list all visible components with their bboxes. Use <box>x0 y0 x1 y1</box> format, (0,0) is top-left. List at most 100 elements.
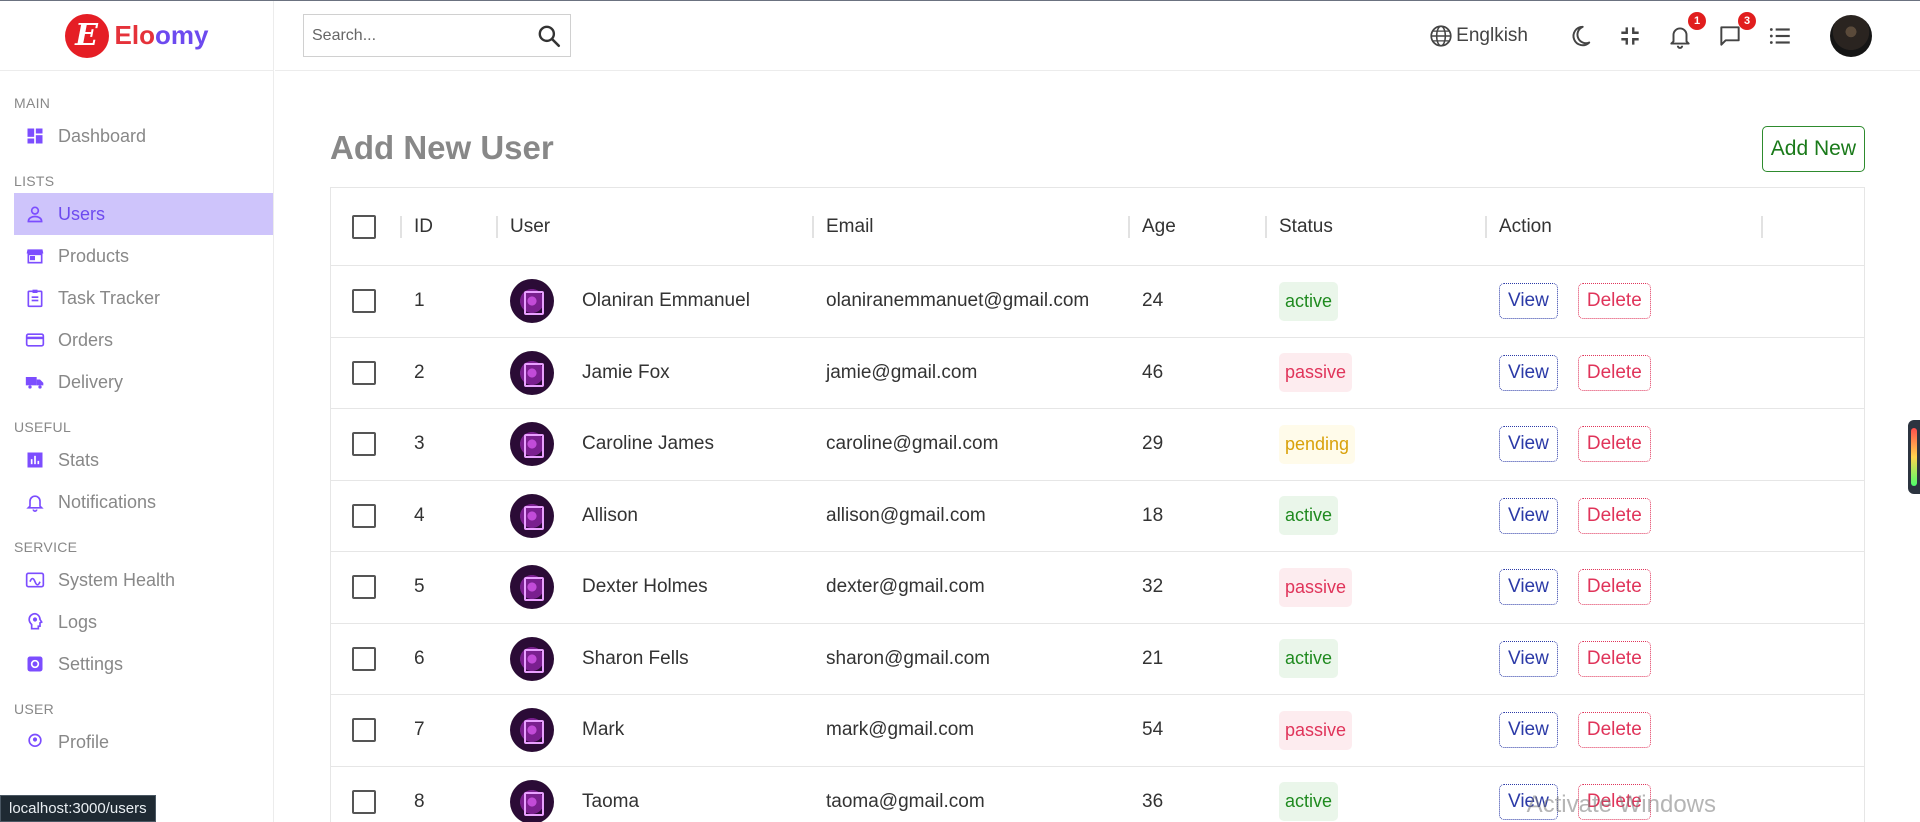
column-separator[interactable] <box>496 216 498 238</box>
delete-button[interactable]: Delete <box>1577 426 1651 463</box>
column-separator[interactable] <box>1265 216 1267 238</box>
sidebar: E Eloomy MAIN Dashboard LISTS Users Products… <box>0 1 274 822</box>
column-separator[interactable] <box>1761 216 1763 238</box>
view-button[interactable]: View <box>1499 640 1558 677</box>
activate-windows-watermark: Activate Windows <box>1526 791 1716 818</box>
delete-button[interactable]: Delete <box>1577 354 1651 391</box>
sidebar-item-users[interactable]: Users <box>14 193 273 235</box>
row-checkbox[interactable] <box>352 789 376 814</box>
notifications-button[interactable]: 1 <box>1666 12 1706 50</box>
search-input[interactable] <box>312 26 532 45</box>
table-row[interactable]: 3 Caroline James caroline@gmail.com 29 p… <box>331 409 1864 481</box>
column-separator[interactable] <box>812 216 814 238</box>
view-button[interactable]: View <box>1499 569 1558 606</box>
messages-button[interactable]: 3 <box>1716 12 1756 50</box>
header-status[interactable]: Status <box>1279 188 1333 265</box>
sidebar-item-stats[interactable]: Stats <box>0 439 273 481</box>
header-id[interactable]: ID <box>414 188 433 265</box>
header-action[interactable]: Action <box>1499 188 1552 265</box>
sidebar-item-products[interactable]: Products <box>0 235 273 277</box>
sidebar-item-orders[interactable]: Orders <box>0 319 273 361</box>
column-separator[interactable] <box>400 216 402 238</box>
edge-side-widget[interactable] <box>1908 420 1920 494</box>
delete-button[interactable]: Delete <box>1577 283 1651 320</box>
header-age[interactable]: Age <box>1142 188 1176 265</box>
view-button[interactable]: View <box>1499 354 1558 391</box>
sidebar-item-notifications[interactable]: Notifications <box>0 481 273 523</box>
status-badge: pending <box>1279 424 1356 464</box>
fullscreen-exit-button[interactable] <box>1616 22 1644 50</box>
truck-icon <box>25 372 45 392</box>
sidebar-item-logs[interactable]: Logs <box>0 601 273 643</box>
row-checkbox[interactable] <box>352 718 376 743</box>
row-checkbox[interactable] <box>352 289 376 314</box>
row-user: Jamie Fox <box>510 338 670 409</box>
column-separator[interactable] <box>1128 216 1130 238</box>
logo[interactable]: E Eloomy <box>0 1 273 71</box>
row-avatar <box>510 779 554 822</box>
sidebar-item-system-health[interactable]: System Health <box>0 559 273 601</box>
row-id: 2 <box>414 361 425 383</box>
dark-mode-toggle[interactable] <box>1566 22 1594 50</box>
row-avatar <box>510 493 554 538</box>
user-avatar[interactable] <box>1830 15 1872 57</box>
row-status: active <box>1279 767 1339 822</box>
column-separator[interactable] <box>1485 216 1487 238</box>
list-menu-button[interactable] <box>1766 22 1794 50</box>
sidebar-item-delivery[interactable]: Delivery <box>0 361 273 403</box>
sidebar-section-title: SERVICE <box>14 539 78 555</box>
row-email: sharon@gmail.com <box>826 647 990 669</box>
row-status: active <box>1279 624 1339 695</box>
row-checkbox[interactable] <box>352 432 376 457</box>
sidebar-item-settings[interactable]: Settings <box>0 643 273 685</box>
view-button[interactable]: View <box>1499 426 1558 463</box>
table-row[interactable]: 4 Allison allison@gmail.com 18 active Vi… <box>331 481 1864 552</box>
search-box <box>303 14 571 57</box>
bar-chart-icon <box>25 450 45 470</box>
sidebar-item-dashboard[interactable]: Dashboard <box>0 115 273 157</box>
delete-button[interactable]: Delete <box>1577 712 1651 749</box>
table-row[interactable]: 1 Olaniran Emmanuel olaniranemmanuet@gma… <box>331 266 1864 338</box>
row-checkbox[interactable] <box>352 646 376 671</box>
header-email[interactable]: Email <box>826 188 874 265</box>
topbar-actions: Englkish 1 3 <box>1428 12 1872 57</box>
view-button[interactable]: View <box>1499 497 1558 534</box>
delete-button[interactable]: Delete <box>1577 497 1651 534</box>
delete-button[interactable]: Delete <box>1577 640 1651 677</box>
clipboard-icon <box>25 288 45 308</box>
row-age: 24 <box>1142 290 1164 312</box>
logo-letter: E <box>75 17 98 53</box>
row-user: Caroline James <box>510 409 714 480</box>
table-row[interactable]: 5 Dexter Holmes dexter@gmail.com 32 pass… <box>331 552 1864 624</box>
search-icon[interactable] <box>536 23 562 49</box>
sidebar-item-task-tracker[interactable]: Task Tracker <box>0 277 273 319</box>
status-badge: passive <box>1279 353 1353 393</box>
sidebar-item-label: Orders <box>58 329 114 350</box>
row-checkbox[interactable] <box>352 575 376 600</box>
row-actions: View Delete <box>1499 409 1651 480</box>
view-button[interactable]: View <box>1499 283 1558 320</box>
chat-icon <box>1720 26 1740 46</box>
status-badge: active <box>1279 782 1339 822</box>
sidebar-item-label: Logs <box>58 611 98 632</box>
sidebar-item-profile[interactable]: Profile <box>0 721 273 763</box>
view-button[interactable]: View <box>1499 712 1558 749</box>
delete-button[interactable]: Delete <box>1577 569 1651 606</box>
row-age: 18 <box>1142 504 1164 526</box>
users-table: ID User Email Age Status Action 1 Olanir… <box>330 187 1865 822</box>
row-actions: View Delete <box>1499 338 1651 409</box>
row-checkbox[interactable] <box>352 360 376 385</box>
table-row[interactable]: 6 Sharon Fells sharon@gmail.com 21 activ… <box>331 624 1864 695</box>
table-row[interactable]: 2 Jamie Fox jamie@gmail.com 46 passive V… <box>331 338 1864 409</box>
row-user-name: Olaniran Emmanuel <box>582 290 750 312</box>
language-selector[interactable]: Englkish <box>1428 23 1528 49</box>
header-user[interactable]: User <box>510 188 550 265</box>
select-all-checkbox[interactable] <box>352 214 376 239</box>
main-content: Add New User Add New ID User Email Age S… <box>330 71 1865 822</box>
row-status: active <box>1279 481 1339 552</box>
table-row[interactable]: 7 Mark mark@gmail.com 54 passive View De… <box>331 695 1864 767</box>
add-new-button[interactable]: Add New <box>1761 126 1865 172</box>
row-checkbox[interactable] <box>352 503 376 528</box>
moon-icon <box>1572 25 1591 47</box>
row-age: 46 <box>1142 361 1164 383</box>
